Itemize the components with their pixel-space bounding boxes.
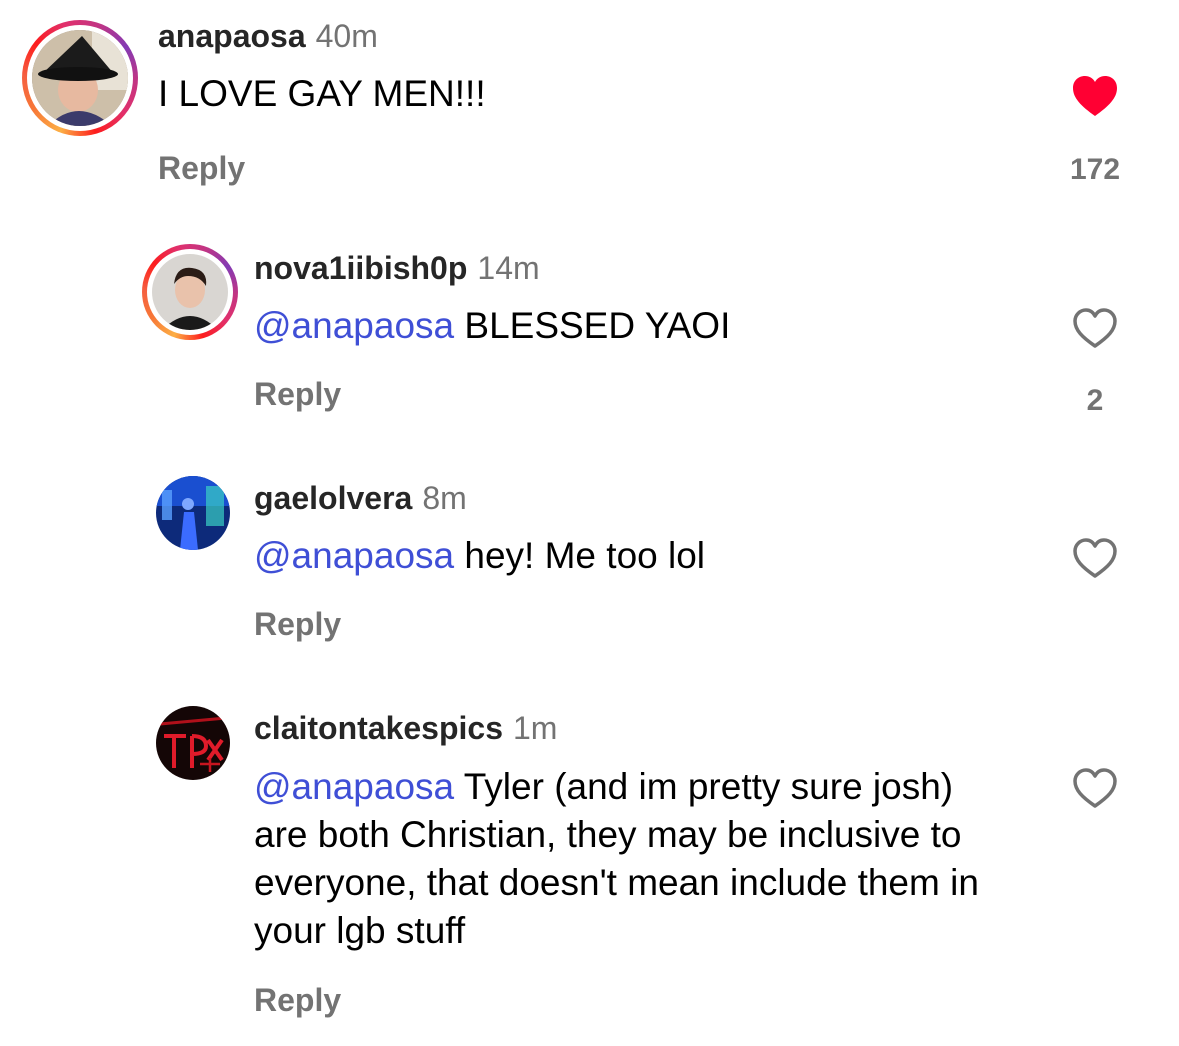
heart-outline-icon[interactable] <box>1071 306 1119 350</box>
comment-username[interactable]: claitontakespics 1m <box>254 710 557 747</box>
like-count: 172 <box>1069 153 1121 186</box>
user-avatar-blue-neon-icon <box>156 476 230 550</box>
mention-link[interactable]: @anapaosa <box>254 535 454 576</box>
user-avatar-portrait-icon <box>152 254 228 330</box>
avatar-story-ring[interactable] <box>142 244 238 340</box>
avatar <box>32 30 128 126</box>
avatar[interactable] <box>156 476 230 550</box>
comment-timestamp: 14m <box>477 250 540 286</box>
comment-text: @anapaosa hey! Me too lol <box>254 535 706 576</box>
comment-text: @anapaosa BLESSED YAOI <box>254 305 731 346</box>
user-avatar-witch-hat-icon <box>32 30 128 126</box>
comment-timestamp: 8m <box>422 480 467 516</box>
reply-button[interactable]: Reply <box>158 150 245 187</box>
comment-username[interactable]: nova1iibish0p 14m <box>254 250 540 287</box>
comment-text: I LOVE GAY MEN!!! <box>158 73 486 114</box>
avatar <box>152 254 228 330</box>
mention-link[interactable]: @anapaosa <box>254 305 454 346</box>
comment-text: @anapaosa Tyler (and im pretty sure josh… <box>254 766 979 951</box>
like-count: 2 <box>1086 384 1104 417</box>
reply-button[interactable]: Reply <box>254 376 341 413</box>
user-avatar-red-sign-icon <box>156 706 230 780</box>
heart-outline-icon[interactable] <box>1071 766 1119 810</box>
comment-timestamp: 40m <box>315 18 378 54</box>
comment-username[interactable]: anapaosa 40m <box>158 18 378 55</box>
avatar[interactable] <box>156 706 230 780</box>
comment-username[interactable]: gaelolvera 8m <box>254 480 467 517</box>
comment-timestamp: 1m <box>513 710 558 746</box>
reply-button[interactable]: Reply <box>254 982 341 1019</box>
mention-link[interactable]: @anapaosa <box>254 766 454 807</box>
heart-filled-icon[interactable] <box>1071 74 1119 118</box>
reply-button[interactable]: Reply <box>254 606 341 643</box>
avatar-story-ring[interactable] <box>22 20 138 136</box>
heart-outline-icon[interactable] <box>1071 536 1119 580</box>
